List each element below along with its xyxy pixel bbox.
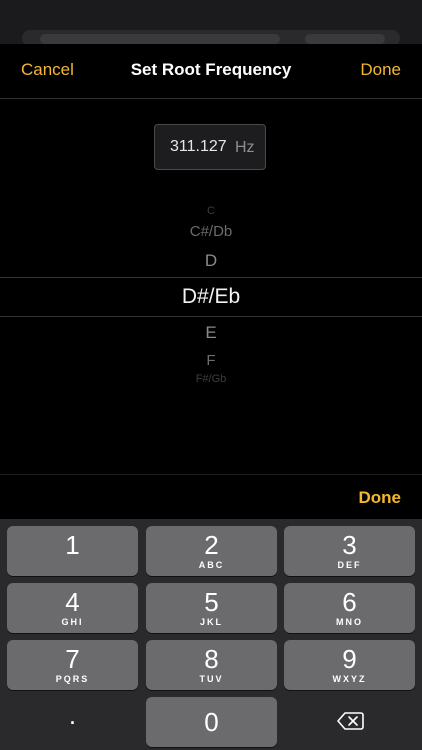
key-6[interactable]: 6 MNO <box>284 583 415 633</box>
frequency-value: 311.127 <box>170 138 227 155</box>
key-digit: 0 <box>204 707 219 737</box>
key-1[interactable]: 1 <box>7 526 138 576</box>
key-3[interactable]: 3 DEF <box>284 526 415 576</box>
key-digit: 7 <box>65 644 80 674</box>
key-digit: 8 <box>204 644 219 674</box>
background-field <box>40 34 280 44</box>
keyboard-done-button[interactable]: Done <box>359 488 402 508</box>
key-4[interactable]: 4 GHI <box>7 583 138 633</box>
key-0[interactable]: 0 <box>146 697 277 747</box>
key-9[interactable]: 9 WXYZ <box>284 640 415 690</box>
key-letters: ABC <box>198 560 225 570</box>
key-digit: 6 <box>342 587 357 617</box>
background-button <box>305 34 385 44</box>
key-digit: 4 <box>65 587 80 617</box>
key-2[interactable]: 2 ABC <box>146 526 277 576</box>
key-letters: DEF <box>337 560 362 570</box>
key-digit: 5 <box>204 587 219 617</box>
key-letters: MNO <box>336 617 363 627</box>
picker-item[interactable]: F#/Gb <box>0 373 422 385</box>
key-digit: 2 <box>204 530 219 560</box>
delete-backward-icon <box>336 712 364 730</box>
key-letters: PQRS <box>55 674 90 684</box>
key-letters: JKL <box>199 617 223 627</box>
key-7[interactable]: 7 PQRS <box>7 640 138 690</box>
picker-item[interactable]: C <box>0 205 422 217</box>
key-digit: 3 <box>342 530 357 560</box>
picker-item-selected[interactable]: D#/Eb <box>0 285 422 309</box>
key-8[interactable]: 8 TUV <box>146 640 277 690</box>
nav-bar: Cancel Set Root Frequency Done <box>0 44 422 98</box>
picker-item[interactable]: F <box>0 352 422 369</box>
key-letters: TUV <box>199 674 224 684</box>
key-letters: WXYZ <box>332 674 367 684</box>
key-5[interactable]: 5 JKL <box>146 583 277 633</box>
note-picker[interactable]: C C#/Db D D#/Eb E F F#/Gb <box>0 195 422 395</box>
key-digit: . <box>68 700 77 730</box>
picker-item[interactable]: D <box>0 251 422 271</box>
key-letters: GHI <box>61 617 84 627</box>
accessory-divider <box>0 474 422 475</box>
picker-item[interactable]: C#/Db <box>0 223 422 240</box>
numeric-keypad: 1 2 ABC 3 DEF 4 GHI 5 JKL 6 MNO 7 PQRS 8… <box>0 519 422 750</box>
picker-selection-top-line <box>0 277 422 278</box>
key-digit: 9 <box>342 644 357 674</box>
key-decimal[interactable]: . <box>7 697 138 747</box>
picker-item[interactable]: E <box>0 323 422 343</box>
frequency-unit: Hz <box>235 139 255 156</box>
picker-selection-bottom-line <box>0 316 422 317</box>
nav-divider <box>0 98 422 99</box>
key-digit: 1 <box>65 530 80 560</box>
key-delete[interactable] <box>284 697 415 747</box>
done-button[interactable]: Done <box>360 60 401 80</box>
frequency-input[interactable]: 311.127 Hz <box>154 124 266 170</box>
page-title: Set Root Frequency <box>130 60 292 79</box>
